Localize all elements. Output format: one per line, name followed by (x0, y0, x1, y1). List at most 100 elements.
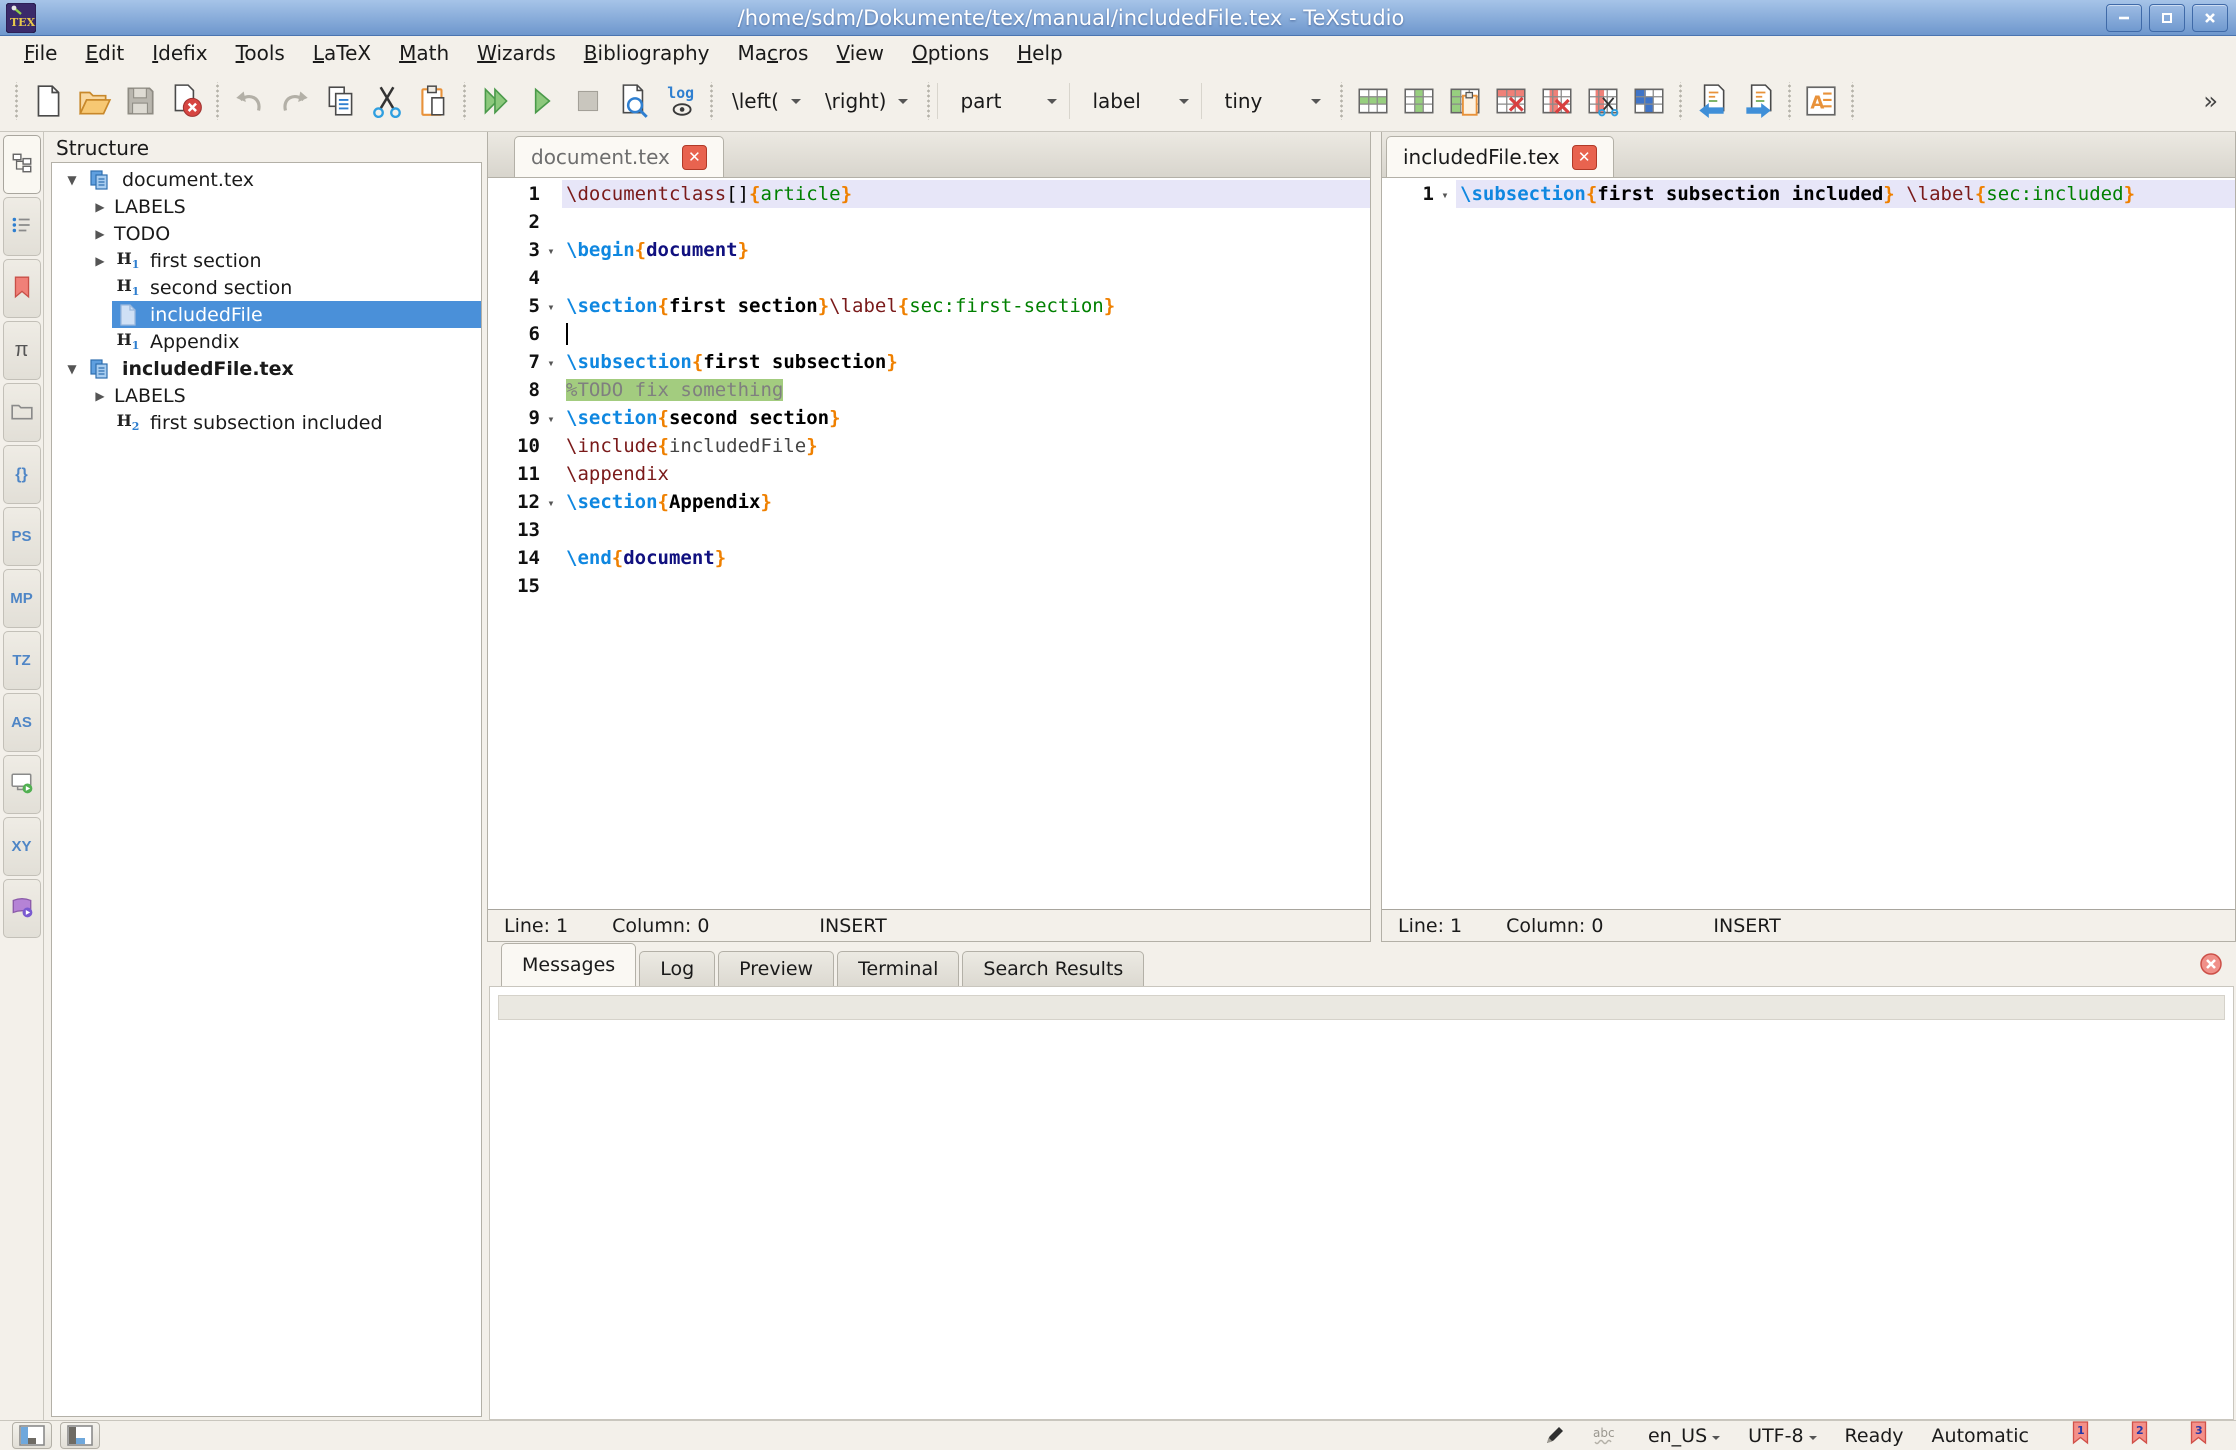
copy-button[interactable] (318, 78, 364, 124)
menu-view[interactable]: View (822, 39, 897, 67)
maximize-button[interactable] (2149, 4, 2185, 32)
sidebar-pstricks-button[interactable]: PS (3, 507, 41, 566)
code-line[interactable]: 15 (488, 572, 1370, 600)
align-table-columns-button[interactable] (1626, 78, 1672, 124)
sidebar-files-button[interactable] (3, 383, 41, 442)
close-button[interactable] (2192, 4, 2228, 32)
code-line[interactable]: 13 (488, 516, 1370, 544)
cut-table-column-button[interactable] (1580, 78, 1626, 124)
menu-latex[interactable]: LaTeX (299, 39, 385, 67)
structure-item[interactable]: ▶H1first section (52, 247, 481, 274)
add-table-row-button[interactable] (1350, 78, 1396, 124)
fold-arrow-icon[interactable]: ▾ (540, 410, 562, 426)
structure-item[interactable]: H2first subsection included (52, 409, 481, 436)
sidebar-terminal-button[interactable] (3, 755, 41, 814)
toggle-sidepanel-button[interactable] (12, 1422, 52, 1449)
structure-item[interactable]: ▶TODO (52, 220, 481, 247)
cursor-tool-icon[interactable] (1544, 1426, 1564, 1446)
structure-item[interactable]: H1Appendix (52, 328, 481, 355)
paste-table-column-button[interactable] (1442, 78, 1488, 124)
menu-macros[interactable]: Macros (724, 39, 823, 67)
sidebar-bookmarks-button[interactable] (3, 259, 41, 318)
expander-open-icon[interactable]: ▼ (60, 362, 84, 376)
remove-table-row-button[interactable] (1488, 78, 1534, 124)
sidebar-math-symbols-button[interactable]: π (3, 321, 41, 380)
structure-item[interactable]: includedFile (52, 301, 481, 328)
toolbar-grip[interactable] (461, 82, 468, 120)
close-document-button[interactable] (163, 78, 209, 124)
toolbar-grip[interactable] (13, 82, 20, 120)
toolbar-grip[interactable] (708, 82, 715, 120)
menu-help[interactable]: Help (1003, 39, 1077, 67)
menu-file[interactable]: File (10, 39, 71, 67)
structure-item[interactable]: ▶LABELS (52, 382, 481, 409)
sidebar-asymptote-button[interactable]: AS (3, 693, 41, 752)
code-line[interactable]: 1▾\subsection{first subsection included}… (1382, 180, 2235, 208)
menu-wizards[interactable]: Wizards (463, 39, 570, 67)
sidebar-metapost-button[interactable]: MP (3, 569, 41, 628)
menu-tools[interactable]: Tools (222, 39, 299, 67)
structure-item[interactable]: ▶LABELS (52, 193, 481, 220)
toolbar-overflow-button[interactable]: » (2203, 87, 2218, 115)
fold-arrow-icon[interactable]: ▾ (540, 242, 562, 258)
view-button[interactable] (519, 78, 565, 124)
spellcheck-icon[interactable]: abc (1592, 1425, 1620, 1447)
code-line[interactable]: 5▾\section{first section}\label{sec:firs… (488, 292, 1370, 320)
minimize-button[interactable] (2106, 4, 2142, 32)
bottom-tab-log[interactable]: Log (639, 951, 715, 986)
left-delimiter-dropdown[interactable]: \left( (720, 83, 813, 119)
editor-splitter[interactable] (1371, 132, 1381, 942)
view-log-button[interactable]: log (657, 78, 703, 124)
sidebar-todo-list-button[interactable] (3, 197, 41, 256)
menu-options[interactable]: Options (898, 39, 1003, 67)
code-line[interactable]: 12▾\section{Appendix} (488, 488, 1370, 516)
fold-arrow-icon[interactable]: ▾ (540, 494, 562, 510)
bottom-tab-preview[interactable]: Preview (718, 951, 834, 986)
code-line[interactable]: 10\include{includedFile} (488, 432, 1370, 460)
encoding-selector[interactable]: UTF-8 (1748, 1425, 1816, 1447)
structure-item[interactable]: H1second section (52, 274, 481, 301)
bookmark-1-icon[interactable]: 1 (2071, 1421, 2090, 1450)
expander-open-icon[interactable]: ▼ (60, 173, 84, 187)
add-table-column-button[interactable] (1396, 78, 1442, 124)
code-line[interactable]: 2 (488, 208, 1370, 236)
sidebar-structure-button[interactable] (3, 135, 41, 194)
tab-includedfile-tex[interactable]: includedFile.tex ✕ (1386, 136, 1614, 177)
code-line[interactable]: 8%TODO fix something (488, 376, 1370, 404)
tab-close-icon[interactable]: ✕ (1572, 145, 1597, 170)
code-line[interactable]: 3▾\begin{document} (488, 236, 1370, 264)
code-line[interactable]: 4 (488, 264, 1370, 292)
fold-arrow-icon[interactable]: ▾ (1434, 186, 1456, 202)
fold-arrow-icon[interactable]: ▾ (540, 298, 562, 314)
code-line[interactable]: 11\appendix (488, 460, 1370, 488)
code-line[interactable]: 14\end{document} (488, 544, 1370, 572)
code-line[interactable]: 6 (488, 320, 1370, 348)
bottom-tab-search-results[interactable]: Search Results (962, 951, 1144, 986)
bookmark-2-icon[interactable]: 2 (2130, 1421, 2149, 1450)
toolbar-grip[interactable] (925, 82, 932, 120)
font-size-combo[interactable]: tiny (1201, 83, 1333, 119)
sidebar-xy-button[interactable]: XY (3, 817, 41, 876)
cut-button[interactable] (364, 78, 410, 124)
code-line[interactable]: 9▾\section{second section} (488, 404, 1370, 432)
format-text-button[interactable]: A (1798, 78, 1844, 124)
toggle-bottompanel-button[interactable] (60, 1422, 100, 1449)
expander-closed-icon[interactable]: ▶ (88, 389, 112, 403)
code-line[interactable]: 7▾\subsection{first subsection} (488, 348, 1370, 376)
menu-edit[interactable]: Edit (71, 39, 138, 67)
close-messages-panel-button[interactable] (2198, 951, 2224, 977)
next-document-button[interactable] (1735, 78, 1781, 124)
structure-item[interactable]: ▼includedFile.tex (52, 355, 481, 382)
find-preview-button[interactable] (611, 78, 657, 124)
expander-closed-icon[interactable]: ▶ (88, 254, 112, 268)
previous-document-button[interactable] (1689, 78, 1735, 124)
new-document-button[interactable] (25, 78, 71, 124)
code-line[interactable]: 1\documentclass[]{article} (488, 180, 1370, 208)
remove-table-column-button[interactable] (1534, 78, 1580, 124)
menu-idefix[interactable]: Idefix (138, 39, 221, 67)
code-area-left[interactable]: 1\documentclass[]{article}23▾\begin{docu… (488, 178, 1370, 909)
toolbar-grip[interactable] (1338, 82, 1345, 120)
sidebar-tikz-button[interactable]: TZ (3, 631, 41, 690)
code-area-right[interactable]: 1▾\subsection{first subsection included}… (1382, 178, 2235, 909)
menu-bibliography[interactable]: Bibliography (570, 39, 724, 67)
